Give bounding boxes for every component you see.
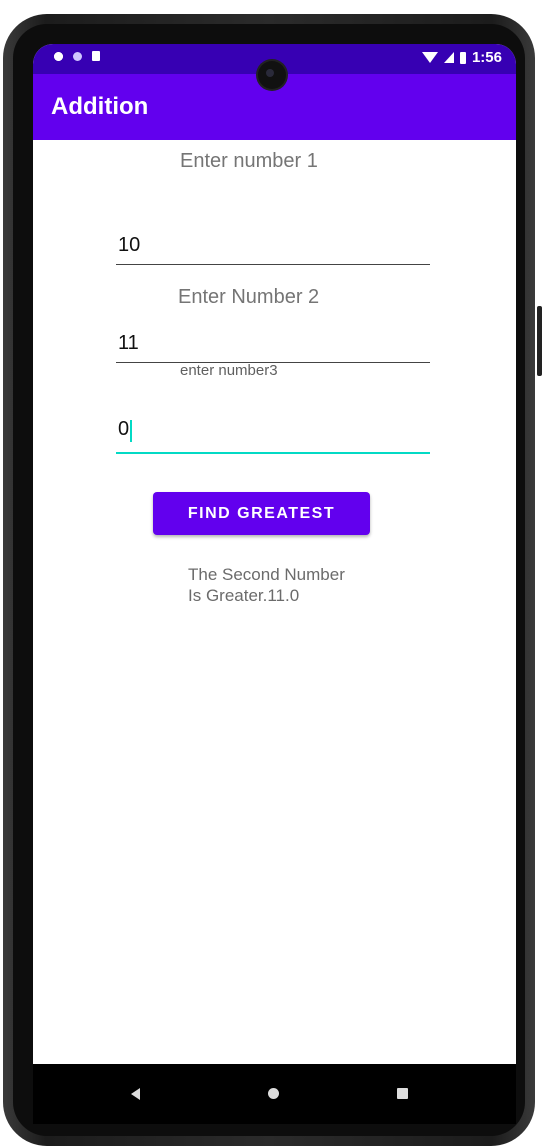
number-1-input[interactable]: 10 [116, 234, 430, 265]
number-3-value: 0 [118, 418, 130, 440]
number-2-value: 11 [118, 332, 139, 354]
result-line-2: Is Greater.11.0 [188, 586, 300, 605]
wifi-icon [421, 52, 438, 63]
result-line-1: The Second Number [188, 565, 345, 584]
sd-card-icon [92, 51, 100, 61]
front-camera [258, 61, 286, 89]
number-1-value: 10 [118, 234, 141, 256]
recents-icon[interactable] [397, 1088, 408, 1099]
signal-icon [443, 52, 454, 63]
notification-dot-icon [73, 51, 82, 61]
device-screen: 1:56 Addition Enter number 1 10 Enter Nu… [33, 44, 516, 1124]
text-cursor [130, 419, 133, 442]
label-number-3: enter number3 [180, 362, 278, 379]
app-title: Addition [51, 93, 149, 120]
number-3-input[interactable]: 0 [116, 418, 430, 454]
battery-icon [459, 51, 466, 64]
label-number-2: Enter Number 2 [178, 286, 320, 308]
phone-frame: 1:56 Addition Enter number 1 10 Enter Nu… [0, 6, 542, 1147]
home-icon[interactable] [268, 1088, 279, 1099]
label-number-1: Enter number 1 [180, 150, 318, 172]
volume-button [537, 306, 542, 376]
back-icon[interactable] [131, 1088, 140, 1100]
result-text: The Second Number Is Greater.11.0 [188, 564, 408, 606]
find-greatest-button[interactable]: FIND GREATEST [153, 492, 370, 535]
status-time: 1:56 [471, 49, 502, 66]
settings-icon [54, 51, 63, 61]
number-2-input[interactable]: 11 [116, 332, 430, 363]
navigation-bar [33, 1064, 516, 1124]
